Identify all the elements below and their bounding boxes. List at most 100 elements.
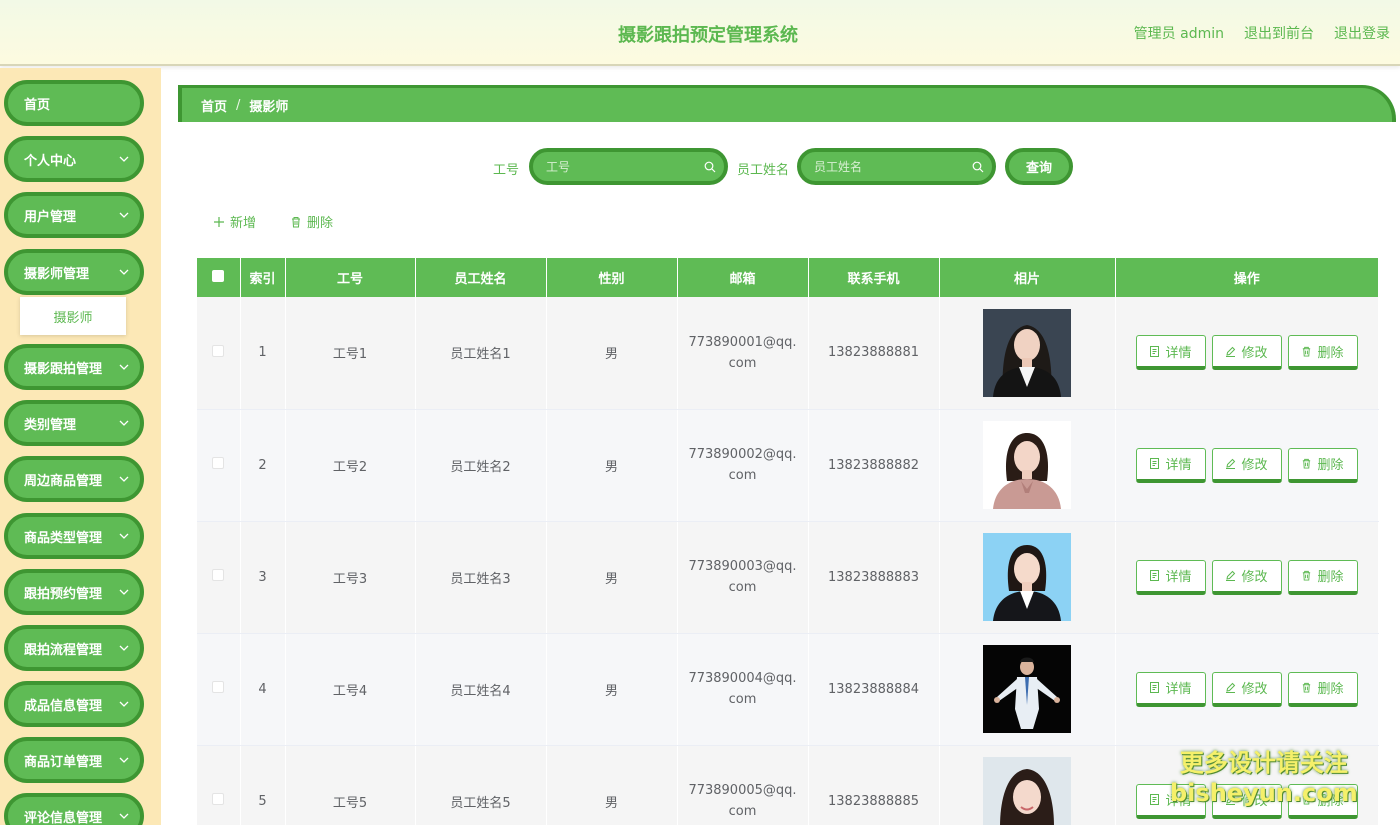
- email-cell: 773890004@qq.com: [677, 633, 809, 746]
- add-button[interactable]: 新增: [213, 212, 256, 231]
- sidebar-item-product-types[interactable]: 商品类型管理: [4, 513, 144, 559]
- sidebar-item-photographers[interactable]: 摄影师管理: [4, 249, 144, 295]
- trash-icon: [1303, 346, 1311, 357]
- detail-label: 详情: [1165, 682, 1192, 697]
- sidebar-item-profile[interactable]: 个人中心: [4, 136, 144, 182]
- row-checkbox[interactable]: [212, 569, 225, 581]
- detail-button[interactable]: 详情: [1135, 447, 1206, 483]
- index-cell: 4: [240, 633, 286, 746]
- sidebar-item-users[interactable]: 用户管理: [4, 192, 144, 238]
- email-cell: 773890001@qq.com: [677, 297, 809, 410]
- breadcrumb-home[interactable]: 首页: [201, 96, 227, 115]
- logout-link[interactable]: 退出登录: [1334, 23, 1390, 43]
- id-cell: 工号3: [285, 521, 416, 634]
- chevron-down-icon: [119, 156, 129, 162]
- sidebar-item-orders[interactable]: 商品订单管理: [4, 737, 144, 783]
- chevron-down-icon: [119, 420, 129, 426]
- breadcrumb-current: 摄影师: [249, 99, 289, 115]
- edit-button[interactable]: 修改: [1211, 559, 1282, 595]
- sidebar-item-categories[interactable]: 类别管理: [4, 400, 144, 446]
- sidebar-item-label: 摄影跟拍管理: [24, 361, 103, 377]
- row-checkbox[interactable]: [212, 457, 225, 469]
- trash-icon: [1303, 458, 1311, 469]
- sidebar-item-results[interactable]: 成品信息管理: [4, 681, 144, 727]
- photo-cell: [939, 745, 1116, 825]
- detail-button[interactable]: 详情: [1135, 335, 1206, 371]
- sidebar-subitem-photographer[interactable]: 摄影师: [20, 297, 126, 335]
- select-all-checkbox[interactable]: [212, 269, 225, 282]
- sidebar-item-workflow[interactable]: 跟拍流程管理: [4, 625, 144, 671]
- delete-label: 删除: [1317, 345, 1344, 361]
- photo-thumbnail[interactable]: [983, 645, 1071, 733]
- photo-thumbnail[interactable]: [983, 533, 1071, 621]
- back-to-front-link[interactable]: 退出到前台: [1244, 23, 1314, 43]
- trash-icon: [1303, 682, 1311, 693]
- photo-thumbnail[interactable]: [983, 308, 1071, 397]
- id-cell: 工号2: [285, 409, 416, 522]
- index-cell: 2: [240, 409, 286, 522]
- chevron-down-icon: [119, 589, 129, 595]
- column-header: 联系手机: [808, 258, 940, 297]
- photo-thumbnail[interactable]: [983, 421, 1071, 509]
- detail-button[interactable]: 详情: [1135, 559, 1206, 595]
- chevron-down-icon: [119, 813, 129, 819]
- edit-button[interactable]: 修改: [1211, 335, 1282, 371]
- sidebar-item-merch[interactable]: 周边商品管理: [4, 456, 144, 502]
- sidebar-item-bookings[interactable]: 跟拍预约管理: [4, 569, 144, 615]
- gender-cell: 男: [546, 409, 678, 522]
- search-icon: [704, 161, 716, 173]
- phone-cell: 13823888882: [808, 409, 940, 522]
- id-search-input[interactable]: [533, 152, 724, 181]
- edit-label: 修改: [1241, 458, 1268, 473]
- row-select-cell: [197, 745, 241, 825]
- row-checkbox[interactable]: [212, 793, 225, 805]
- column-header: 索引: [240, 258, 286, 297]
- chevron-down-icon: [119, 533, 129, 539]
- document-icon: [1150, 682, 1160, 693]
- top-header: 摄影跟拍预定管理系统 管理员 admin 退出到前台 退出登录: [0, 0, 1400, 66]
- chevron-down-icon: [119, 701, 129, 707]
- chevron-down-icon: [119, 212, 129, 218]
- id-cell: 工号4: [285, 633, 416, 746]
- name-search-input[interactable]: [801, 152, 992, 181]
- edit-button[interactable]: 修改: [1211, 447, 1282, 483]
- sidebar-item-comments[interactable]: 评论信息管理: [4, 793, 144, 825]
- gender-cell: 男: [546, 633, 678, 746]
- sidebar-item-shoots[interactable]: 摄影跟拍管理: [4, 344, 144, 390]
- photo-thumbnail[interactable]: [983, 757, 1071, 825]
- row-select-cell: [197, 297, 241, 410]
- photo-cell: [939, 633, 1116, 746]
- delete-button[interactable]: 删除: [1287, 335, 1358, 371]
- select-all-header[interactable]: [197, 258, 241, 297]
- delete-button[interactable]: 删除: [1287, 447, 1358, 483]
- edit-icon: [1226, 346, 1236, 357]
- sidebar-item-label: 首页: [24, 97, 51, 113]
- detail-button[interactable]: 详情: [1135, 671, 1206, 707]
- operations-cell: 详情 修改 删除: [1115, 409, 1379, 522]
- detail-label: 详情: [1165, 458, 1192, 473]
- sidebar-item-home[interactable]: 首页: [4, 80, 144, 126]
- sidebar-item-label: 用户管理: [24, 209, 77, 225]
- sidebar-item-label: 跟拍流程管理: [24, 642, 103, 658]
- query-button[interactable]: 查询: [1005, 148, 1073, 185]
- sidebar-item-label: 类别管理: [24, 417, 77, 433]
- delete-label: 删除: [1317, 570, 1344, 585]
- phone-cell: 13823888884: [808, 633, 940, 746]
- id-cell: 工号5: [285, 745, 416, 825]
- name-cell: 员工姓名2: [415, 409, 547, 522]
- trash-icon: [292, 216, 300, 227]
- row-checkbox[interactable]: [212, 681, 225, 693]
- edit-button[interactable]: 修改: [1211, 671, 1282, 707]
- name-search-label: 员工姓名: [737, 163, 790, 178]
- photo-cell: [939, 409, 1116, 522]
- delete-button[interactable]: 删除: [1287, 559, 1358, 595]
- detail-label: 详情: [1165, 570, 1192, 585]
- phone-cell: 13823888885: [808, 745, 940, 825]
- chevron-down-icon: [119, 645, 129, 651]
- operations-cell: 详情 修改 删除: [1115, 521, 1379, 634]
- name-cell: 员工姓名1: [415, 297, 547, 410]
- delete-button[interactable]: 删除: [1287, 671, 1358, 707]
- edit-icon: [1226, 458, 1236, 469]
- row-checkbox[interactable]: [212, 344, 225, 357]
- batch-delete-button[interactable]: 删除: [290, 212, 333, 231]
